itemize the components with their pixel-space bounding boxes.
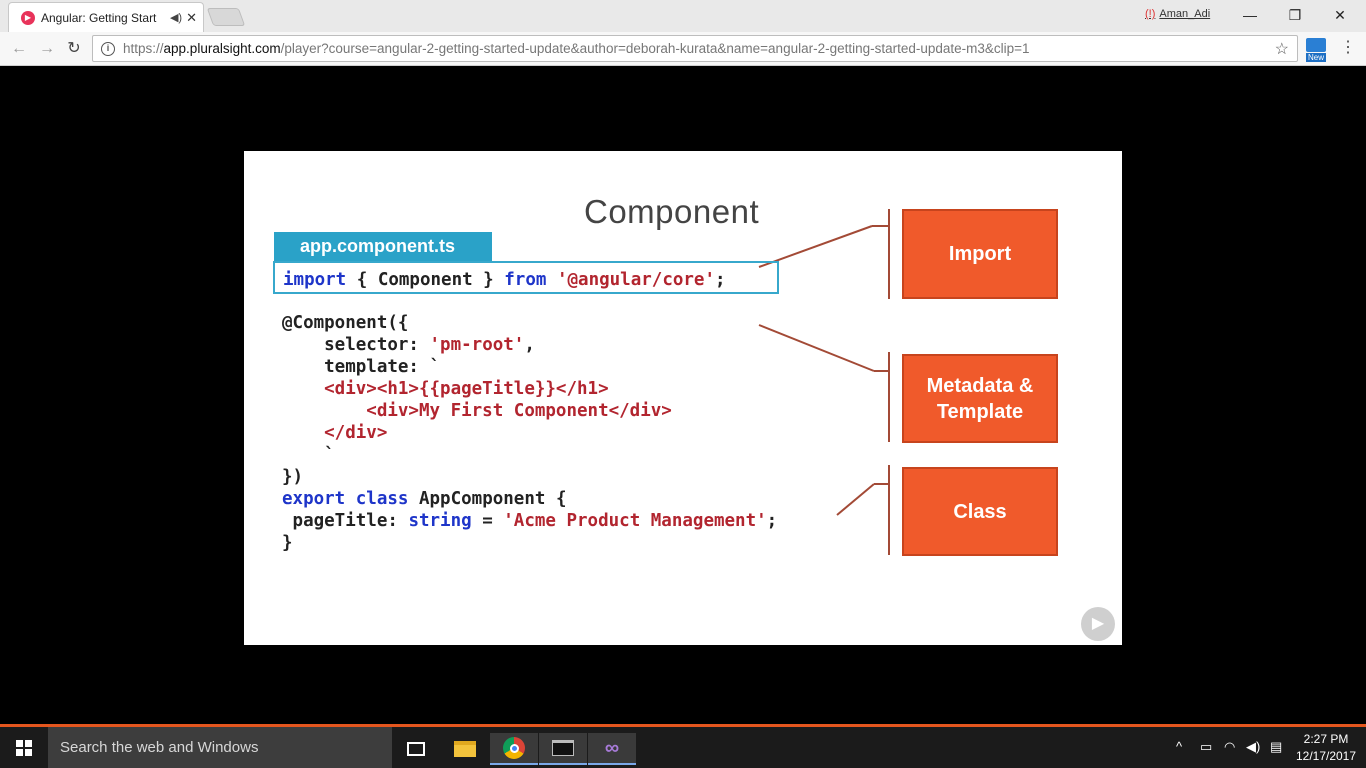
code-line: <div><h1>{{pageTitle}}</h1> <box>282 379 609 399</box>
site-info-icon[interactable]: i <box>101 41 115 56</box>
profile-sync-icon: (!) <box>1145 8 1156 20</box>
import-callout: Import <box>902 209 1058 299</box>
address-bar[interactable]: i https://app.pluralsight.com/player?cou… <box>92 35 1298 62</box>
code-text: AppComponent { <box>408 489 567 509</box>
class-callout: Class <box>902 467 1058 556</box>
code-text: , <box>524 335 535 355</box>
import-bracket <box>888 209 890 299</box>
start-button[interactable] <box>0 727 48 768</box>
callout-line: Metadata & <box>926 374 1034 397</box>
code-line: } <box>282 533 293 553</box>
component-code-block: @Component({ selector: 'pm-root', templa… <box>282 312 777 554</box>
code-keyword: export class <box>282 489 409 509</box>
code-string: 'pm-root' <box>429 335 525 355</box>
file-explorer-icon[interactable] <box>441 733 489 765</box>
back-arrow-icon[interactable]: ← <box>8 38 30 60</box>
code-text: = <box>471 511 504 531</box>
code-line: pageTitle: string = 'Acme Product Manage… <box>282 510 778 532</box>
code-line: }) <box>282 467 304 487</box>
code-text: selector: <box>282 335 430 355</box>
code-line: ` <box>282 445 335 465</box>
speaker-icon[interactable]: ◀) <box>170 11 182 24</box>
volume-icon[interactable]: ◀) <box>1246 739 1260 755</box>
code-text: { Component } <box>346 270 505 290</box>
url-scheme: https:// <box>123 41 164 56</box>
extension-icon <box>1306 38 1326 52</box>
code-text: ; <box>715 270 726 290</box>
metadata-bracket <box>888 352 890 442</box>
tab-close-icon[interactable]: ✕ <box>186 10 197 26</box>
import-code-box: import { Component } from '@angular/core… <box>273 261 779 294</box>
code-line: export class AppComponent { <box>282 488 777 510</box>
browser-toolbar: ← → ↻ i https://app.pluralsight.com/play… <box>0 32 1366 66</box>
wifi-icon[interactable]: ◠ <box>1224 739 1235 755</box>
browser-title-bar: ▶ Angular: Getting Start ◀) ✕ (!) Aman_A… <box>0 0 1366 32</box>
reload-icon[interactable]: ↻ <box>63 38 85 60</box>
minimize-button[interactable]: — <box>1230 4 1270 26</box>
tab-title: Angular: Getting Start <box>41 10 157 25</box>
new-tab-button[interactable] <box>206 8 246 26</box>
code-text: pageTitle: <box>282 511 409 531</box>
code-line: </div> <box>282 423 388 443</box>
pluralsight-favicon-icon: ▶ <box>21 10 35 25</box>
bookmark-star-icon[interactable]: ☆ <box>1275 39 1289 59</box>
command-prompt-icon[interactable] <box>539 733 587 765</box>
windows-taskbar: Search the web and Windows ∞ ^ ▭ ◠ ◀) ▤ … <box>0 724 1366 768</box>
pluralsight-play-icon[interactable]: ▶ <box>1081 607 1115 641</box>
code-keyword: from <box>504 270 547 290</box>
restore-button[interactable]: ❐ <box>1275 4 1315 26</box>
extension-badge: New <box>1306 53 1326 62</box>
forward-arrow-icon[interactable]: → <box>36 38 58 60</box>
chrome-taskbar-icon[interactable] <box>490 733 538 765</box>
callout-line: Template <box>936 400 1024 423</box>
code-text: ; <box>766 511 778 531</box>
taskbar-clock[interactable]: 2:27 PM 12/17/2017 <box>1292 731 1360 765</box>
close-window-button[interactable]: ✕ <box>1320 4 1360 26</box>
clock-time: 2:27 PM <box>1303 732 1349 746</box>
terminal-glyph <box>552 740 574 756</box>
url-host: app.pluralsight.com <box>163 41 281 56</box>
code-keyword: import <box>283 270 347 290</box>
profile-name: Aman_Adi <box>1159 8 1211 20</box>
code-line: selector: 'pm-root', <box>282 334 777 356</box>
code-string: '@angular/core' <box>556 270 716 290</box>
url-path: /player?course=angular-2-getting-started… <box>280 41 1030 56</box>
battery-icon[interactable]: ▭ <box>1200 739 1212 755</box>
clock-date: 12/17/2017 <box>1295 749 1357 763</box>
extension-button[interactable]: New <box>1306 38 1326 62</box>
vs-glyph: ∞ <box>604 737 620 759</box>
code-line: @Component({ <box>282 313 409 333</box>
chrome-menu-icon[interactable]: ⋮ <box>1340 40 1356 56</box>
import-line: import { Component } from '@angular/core… <box>283 269 777 291</box>
slide-title: Component <box>584 193 760 230</box>
browser-tab[interactable]: ▶ Angular: Getting Start ◀) ✕ <box>8 2 204 32</box>
task-view-glyph <box>407 742 425 756</box>
metadata-template-callout: Metadata & Template <box>902 354 1058 443</box>
visual-studio-icon[interactable]: ∞ <box>588 733 636 765</box>
code-line: <div>My First Component</div> <box>282 401 672 421</box>
task-view-icon[interactable] <box>392 733 440 765</box>
taskbar-search-box[interactable]: Search the web and Windows <box>48 727 392 768</box>
tray-chevron-icon[interactable]: ^ <box>1176 739 1182 754</box>
profile-button[interactable]: (!) Aman_Adi <box>1145 8 1210 20</box>
code-keyword: string <box>408 511 472 531</box>
class-bracket <box>888 465 890 555</box>
code-line: template: ` <box>282 357 441 377</box>
video-slide[interactable]: Component app.component.ts import { Comp… <box>244 151 1122 645</box>
chrome-logo-glyph <box>503 737 525 759</box>
file-name-tab: app.component.ts <box>274 232 492 261</box>
windows-logo-icon <box>16 739 32 756</box>
code-string: 'Acme Product Management' <box>503 511 767 531</box>
folder-glyph <box>454 741 476 757</box>
notifications-icon[interactable]: ▤ <box>1270 739 1282 755</box>
